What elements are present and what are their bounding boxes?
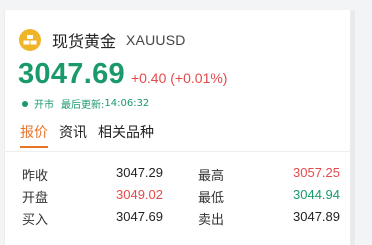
tab-news[interactable]: 资讯 bbox=[59, 122, 87, 148]
market-status: 开市 最后更新: 14:06:32 bbox=[22, 96, 149, 111]
last-price: 3047.69 bbox=[18, 58, 125, 90]
page-background bbox=[0, 0, 372, 10]
ask-value: 3047.89 bbox=[293, 209, 340, 224]
status-dot-icon bbox=[22, 100, 28, 107]
change-value: +0.40 bbox=[130, 70, 167, 86]
bid-value: 3047.69 bbox=[116, 209, 163, 224]
open-value: 3049.02 bbox=[116, 187, 163, 202]
price-change: +0.40 (+0.01%) bbox=[131, 70, 228, 86]
high-value: 3057.25 bbox=[293, 165, 340, 180]
prev-close-value: 3047.29 bbox=[116, 165, 163, 180]
bid-label: 买入 bbox=[22, 213, 49, 228]
low-value: 3044.94 bbox=[293, 187, 340, 202]
gold-bars-icon bbox=[19, 29, 41, 51]
last-update-time: 14:06:32 bbox=[104, 98, 150, 109]
high-label: 最高 bbox=[198, 169, 225, 184]
tab-quote[interactable]: 报价 bbox=[20, 122, 48, 148]
ask-label: 卖出 bbox=[198, 213, 225, 228]
market-state: 开市 bbox=[34, 100, 54, 111]
tab-bar: 报价 资讯 相关品种 bbox=[20, 122, 165, 148]
scrollbar[interactable] bbox=[351, 10, 355, 245]
instrument-code: XAUUSD bbox=[126, 32, 186, 48]
low-label: 最低 bbox=[198, 191, 225, 206]
open-label: 开盘 bbox=[22, 191, 49, 206]
table-row: 昨收 3047.29 最高 3057.25 bbox=[22, 165, 340, 187]
last-update-label: 最后更新: bbox=[61, 100, 105, 111]
quote-table: 昨收 3047.29 最高 3057.25 开盘 3049.02 最低 3044… bbox=[22, 165, 340, 231]
instrument-name: 现货黄金 bbox=[52, 32, 117, 51]
tab-related[interactable]: 相关品种 bbox=[98, 122, 154, 148]
divider bbox=[4, 151, 351, 152]
table-row: 开盘 3049.02 最低 3044.94 bbox=[22, 187, 340, 209]
change-percent: (+0.01%) bbox=[170, 70, 228, 86]
table-row: 买入 3047.69 卖出 3047.89 bbox=[22, 209, 340, 231]
price-row: 3047.69 +0.40 (+0.01%) bbox=[18, 58, 227, 91]
prev-close-label: 昨收 bbox=[22, 169, 49, 184]
active-tab-indicator bbox=[20, 146, 48, 148]
instrument-header: 现货黄金 XAUUSD bbox=[19, 29, 186, 51]
